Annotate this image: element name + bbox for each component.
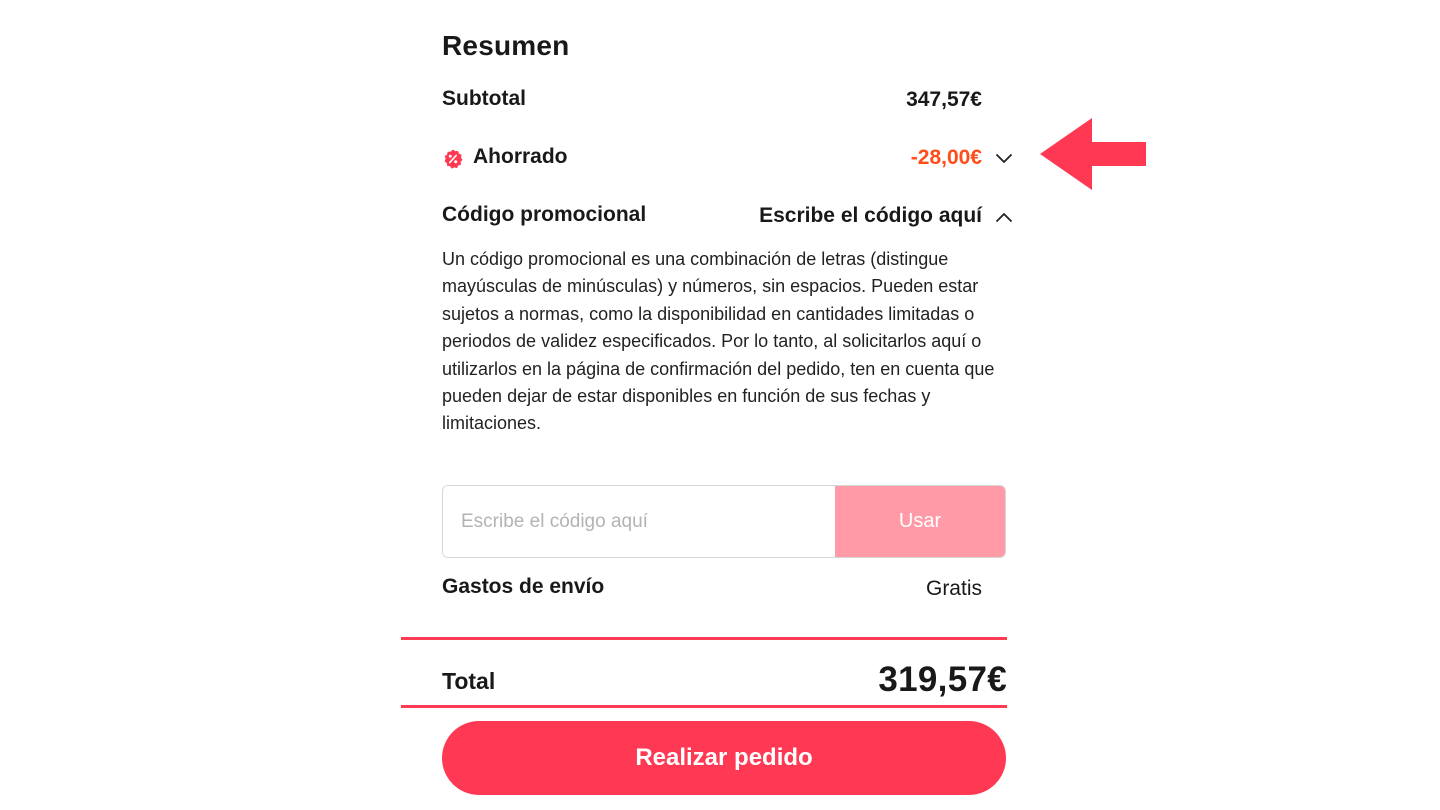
chevron-down-icon[interactable] xyxy=(994,148,1014,168)
arrow-left-icon xyxy=(1040,118,1146,190)
total-label: Total xyxy=(442,668,496,694)
promo-code-description: Un código promocional es una combinación… xyxy=(442,249,995,434)
shipping-value: Gratis xyxy=(925,577,982,600)
saved-value[interactable]: -28,00€ xyxy=(911,146,982,170)
chevron-up-icon[interactable] xyxy=(994,207,1014,227)
saved-label: Ahorrado xyxy=(473,145,568,168)
promo-code-input[interactable] xyxy=(443,486,835,557)
total-value: 319,57€ xyxy=(878,660,1007,699)
promo-code-label: Código promocional xyxy=(442,203,647,226)
total-highlight-top-line xyxy=(401,637,1007,640)
summary-title: Resumen xyxy=(442,30,570,61)
subtotal-label: Subtotal xyxy=(442,87,526,110)
discount-badge-icon xyxy=(444,149,463,169)
promo-code-toggle[interactable]: Escribe el código aquí xyxy=(759,204,982,228)
place-order-button[interactable]: Realizar pedido xyxy=(442,721,1006,795)
apply-code-button[interactable]: Usar xyxy=(835,486,1005,557)
promo-code-form: Usar xyxy=(442,485,1006,558)
subtotal-value: 347,57€ xyxy=(906,88,982,111)
shipping-label: Gastos de envío xyxy=(442,575,605,598)
total-highlight-bottom-line xyxy=(401,705,1007,708)
